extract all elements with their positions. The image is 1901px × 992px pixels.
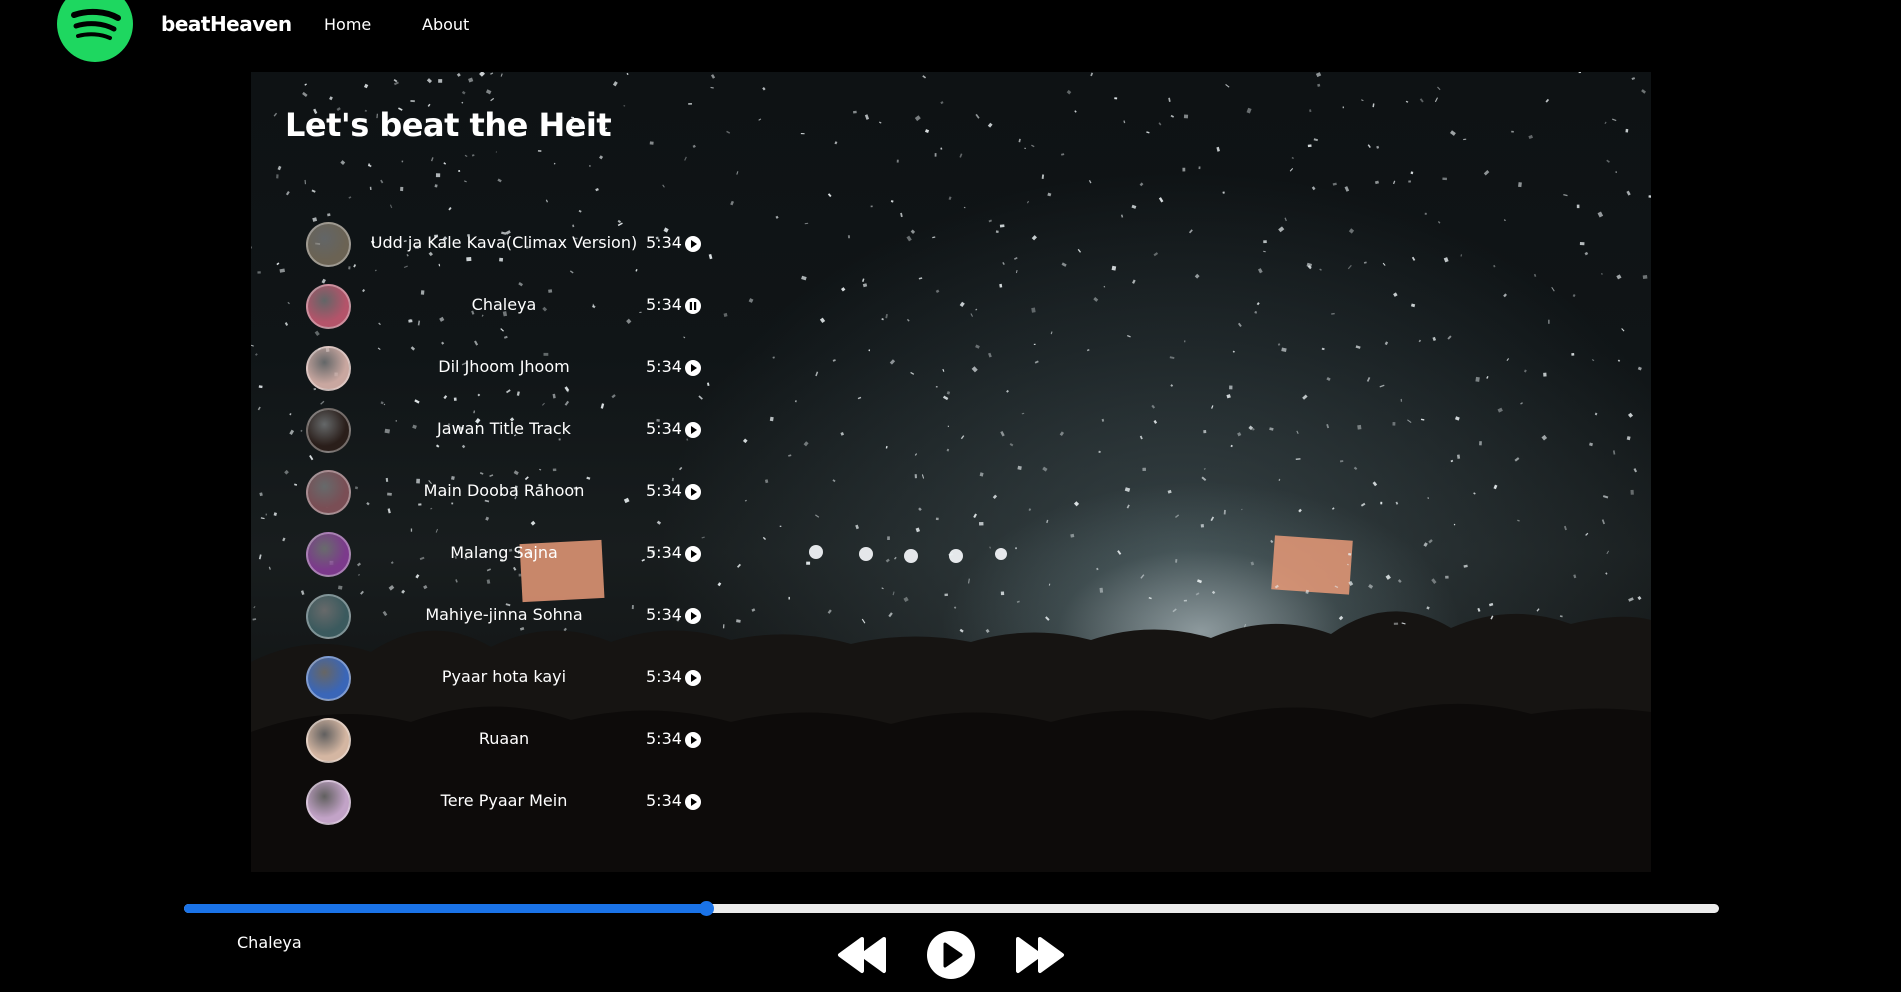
song-thumbnail (306, 346, 351, 391)
song-title: Ruaan (478, 729, 530, 748)
now-playing-title: Chaleya (237, 933, 302, 952)
song-thumbnail (306, 718, 351, 763)
song-title: Tere Pyaar Mein (440, 791, 568, 810)
nav-link-about[interactable]: About (422, 15, 469, 34)
play-button-icon[interactable] (926, 930, 976, 980)
song-title: Mahiye-jinna Sohna (425, 605, 583, 624)
progress-bar[interactable] (184, 901, 1719, 916)
song-duration: 5:34 (646, 419, 682, 438)
song-item[interactable]: Pyaar hota kayi 5:34 (306, 653, 706, 715)
song-thumbnail (306, 408, 351, 453)
pause-icon[interactable] (684, 297, 702, 315)
spotify-logo-icon[interactable] (56, 0, 134, 62)
brand-name[interactable]: beatHeaven (161, 12, 292, 36)
nav-link-home[interactable]: Home (324, 15, 371, 34)
song-item[interactable]: Mahiye-jinna Sohna 5:34 (306, 591, 706, 653)
song-thumbnail (306, 470, 351, 515)
play-icon[interactable] (684, 793, 702, 811)
song-item[interactable]: Main Dooba Rahoon 5:34 (306, 467, 706, 529)
song-duration: 5:34 (646, 791, 682, 810)
play-icon[interactable] (684, 545, 702, 563)
song-list: Udd ja Kale Kava(Climax Version) 5:34 Ch… (306, 219, 706, 839)
play-icon[interactable] (684, 483, 702, 501)
song-title: Pyaar hota kayi (441, 667, 567, 686)
song-duration: 5:34 (646, 233, 682, 252)
song-thumbnail (306, 532, 351, 577)
song-title: Udd ja Kale Kava(Climax Version) (370, 233, 638, 252)
song-thumbnail (306, 222, 351, 267)
play-icon[interactable] (684, 359, 702, 377)
progress-handle[interactable] (698, 901, 714, 916)
play-icon[interactable] (684, 235, 702, 253)
song-duration: 5:34 (646, 605, 682, 624)
page-title: Let's beat the Heit (285, 106, 612, 144)
song-duration: 5:34 (646, 357, 682, 376)
song-thumbnail (306, 656, 351, 701)
next-icon[interactable] (1014, 935, 1066, 975)
song-item[interactable]: Tere Pyaar Mein 5:34 (306, 777, 706, 839)
previous-icon[interactable] (836, 935, 888, 975)
progress-fill (184, 904, 706, 913)
song-thumbnail (306, 284, 351, 329)
song-item[interactable]: Malang Sajna 5:34 (306, 529, 706, 591)
song-duration: 5:34 (646, 543, 682, 562)
song-duration: 5:34 (646, 729, 682, 748)
song-duration: 5:34 (646, 667, 682, 686)
song-title: Malang Sajna (450, 543, 558, 562)
play-icon[interactable] (684, 669, 702, 687)
song-item[interactable]: Ruaan 5:34 (306, 715, 706, 777)
song-duration: 5:34 (646, 481, 682, 500)
song-item[interactable]: Dil Jhoom Jhoom 5:34 (306, 343, 706, 405)
play-icon[interactable] (684, 607, 702, 625)
song-thumbnail (306, 594, 351, 639)
play-icon[interactable] (684, 731, 702, 749)
song-item[interactable]: Udd ja Kale Kava(Climax Version) 5:34 (306, 219, 706, 281)
song-thumbnail (306, 780, 351, 825)
play-icon[interactable] (684, 421, 702, 439)
navbar: beatHeaven Home About (0, 0, 1901, 68)
song-title: Dil Jhoom Jhoom (438, 357, 570, 376)
song-duration: 5:34 (646, 295, 682, 314)
song-item[interactable]: Jawan Title Track 5:34 (306, 405, 706, 467)
song-item[interactable]: Chaleya 5:34 (306, 281, 706, 343)
song-title: Main Dooba Rahoon (423, 481, 585, 500)
song-title: Chaleya (471, 295, 537, 314)
song-title: Jawan Title Track (437, 419, 571, 438)
